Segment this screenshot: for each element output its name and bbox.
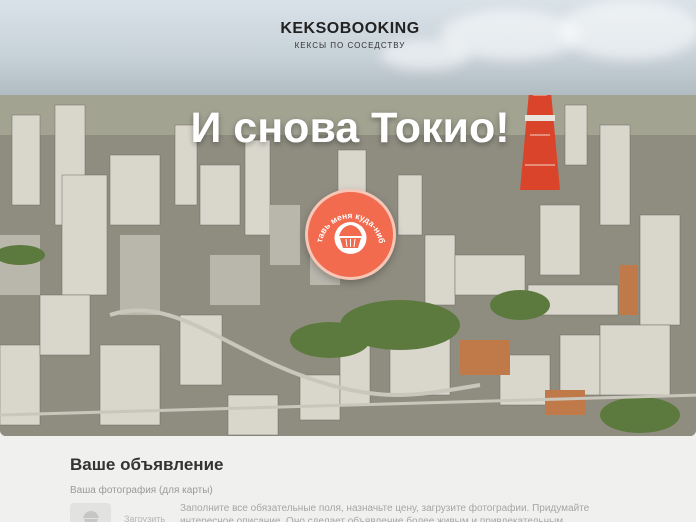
map[interactable]: KEKSOBOOKING КЕКСЫ ПО СОСЕДСТВУ И снова … <box>0 0 696 436</box>
avatar-upload-button[interactable]: Загрузить <box>124 514 165 522</box>
hero-headline: И снова Токио! <box>190 104 510 152</box>
form-title: Ваше объявление <box>70 455 224 474</box>
form-hint: Заполните все обязательные поля, назначь… <box>180 503 590 522</box>
main-pin[interactable]: Поставь меня куда-нибудь <box>305 189 396 280</box>
avatar-preview <box>70 503 111 522</box>
sky-background <box>0 0 696 100</box>
avatar-upload-label: Ваша фотография (для карты) <box>70 485 213 496</box>
logo-subtitle: КЕКСЫ ПО СОСЕДСТВУ <box>294 41 406 50</box>
logo: KEKSOBOOKING КЕКСЫ ПО СОСЕДСТВУ <box>0 20 696 50</box>
muffin-placeholder-icon <box>83 511 99 522</box>
muffin-icon: Поставь меня куда-нибудь <box>308 192 387 254</box>
logo-title: KEKSOBOOKING <box>280 20 420 37</box>
